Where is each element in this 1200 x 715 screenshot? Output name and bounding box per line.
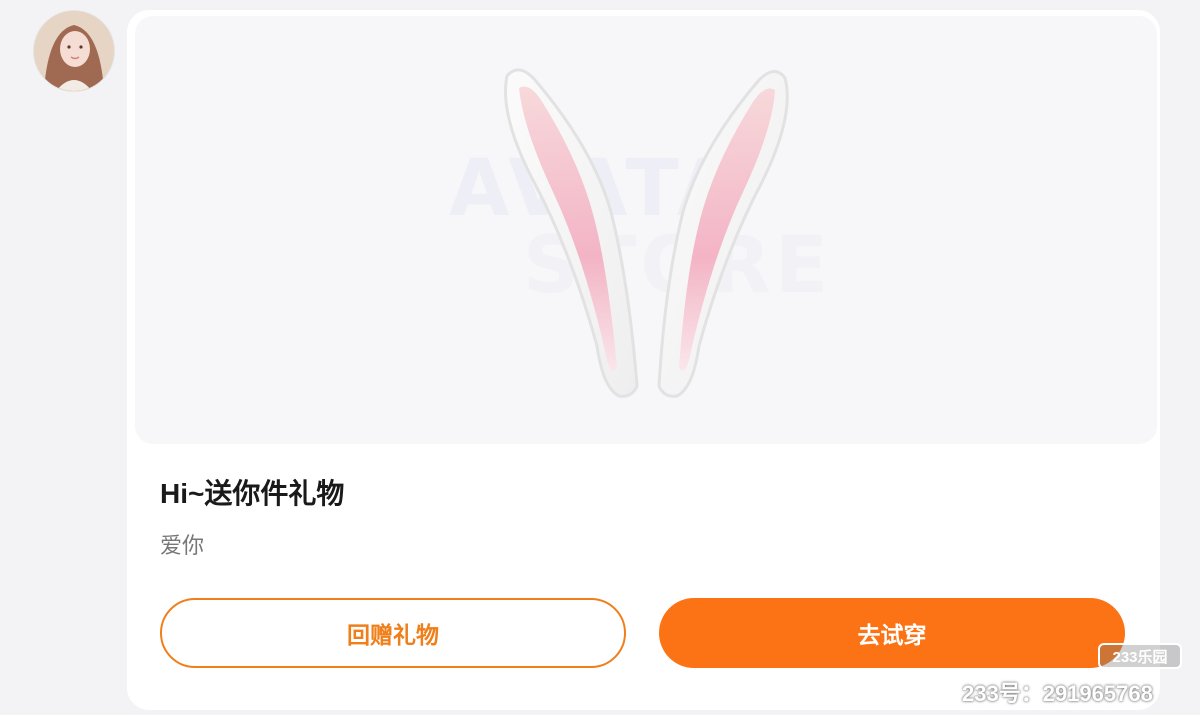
gift-message: 爱你 (160, 533, 205, 558)
return-gift-button[interactable]: 回赠礼物 (160, 598, 626, 668)
try-on-button[interactable]: 去试穿 (659, 598, 1125, 668)
bunny-ears-icon (504, 68, 789, 398)
user-id-watermark: 233号：291965768 (962, 681, 1153, 706)
avatar-image (34, 11, 114, 91)
gift-preview[interactable]: AVATA STORE (135, 16, 1157, 444)
app-logo-watermark: 233乐园 (1098, 643, 1182, 669)
gift-card: AVATA STORE Hi~送你件礼物 爱你 回赠礼物 (127, 10, 1160, 710)
sender-avatar[interactable] (33, 10, 115, 92)
gift-title: Hi~送你件礼物 (160, 478, 345, 509)
